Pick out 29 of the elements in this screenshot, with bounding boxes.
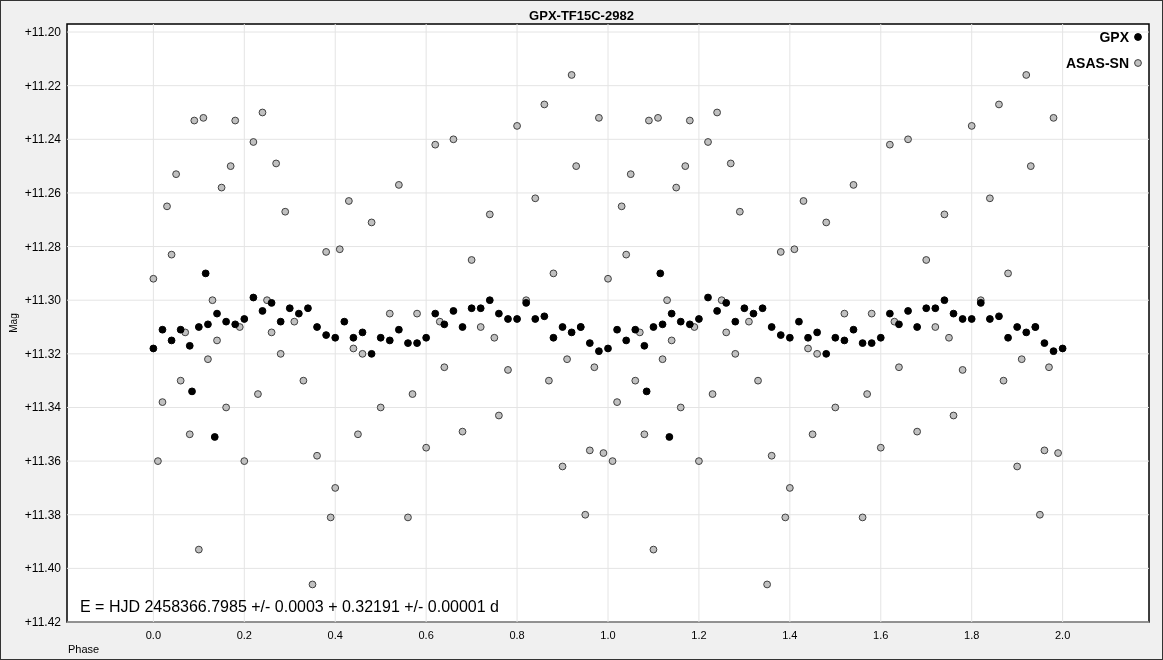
x-axis-label: Phase — [68, 643, 100, 655]
x-tick-label: 1.0 — [600, 629, 616, 641]
x-tick-label: 1.2 — [691, 629, 707, 641]
x-tick-label: 1.6 — [873, 629, 889, 641]
x-tick-label: 0.4 — [327, 629, 343, 641]
y-tick-label: +11.20 — [24, 25, 61, 40]
x-tick-label: 0.8 — [509, 629, 525, 641]
y-tick-label: +11.38 — [24, 507, 61, 522]
y-tick-label: +11.30 — [24, 293, 61, 308]
chart-title: GPX-TF15C-2982 — [529, 9, 634, 22]
x-tick-label: 1.8 — [964, 629, 980, 641]
y-tick-label: +11.24 — [24, 132, 61, 147]
y-tick-label: +11.28 — [24, 239, 61, 254]
y-tick-label: +11.34 — [24, 400, 61, 415]
legend-label: ASAS-SN — [1066, 55, 1129, 71]
y-tick-label: +11.22 — [24, 78, 61, 93]
y-tick-label: +11.36 — [24, 454, 61, 469]
x-tick-label: 1.4 — [782, 629, 798, 641]
y-tick-label: +11.42 — [24, 615, 61, 629]
y-axis-label: Mag — [8, 313, 19, 333]
y-tick-label: +11.32 — [24, 346, 61, 361]
legend-label: GPX — [1099, 29, 1129, 45]
y-tick-label: +11.26 — [24, 185, 61, 200]
y-tick-label: +11.40 — [24, 561, 61, 576]
x-tick-label: 2.0 — [1054, 629, 1071, 641]
x-tick-label: 0.2 — [236, 629, 252, 641]
x-tick-label: 0.0 — [145, 629, 162, 641]
x-tick-label: 0.6 — [418, 629, 434, 641]
epoch-formula: E = HJD 2458366.7985 +/- 0.0003 + 0.32191 +/- 0.00001 d — [80, 598, 499, 615]
